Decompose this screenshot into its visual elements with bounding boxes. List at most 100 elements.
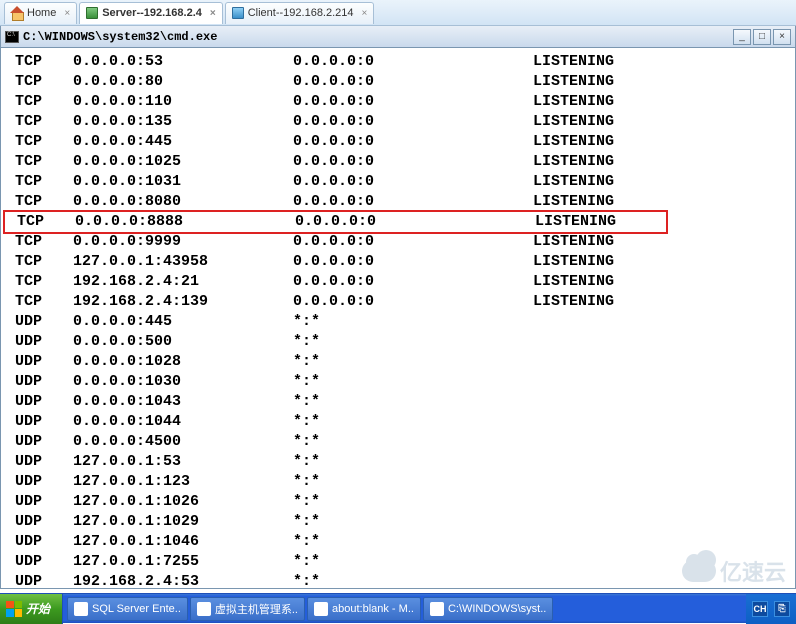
col-state	[533, 332, 793, 352]
cmd-icon	[5, 31, 19, 43]
col-remote: *:*	[293, 432, 533, 452]
close-button[interactable]: ×	[773, 29, 791, 45]
close-icon[interactable]: ×	[210, 8, 216, 19]
task-label: about:blank - M..	[332, 603, 414, 615]
col-state	[533, 372, 793, 392]
tab-client[interactable]: Client--192.168.2.214 ×	[225, 2, 375, 24]
col-state: LISTENING	[533, 132, 793, 152]
netstat-row-highlighted: TCP0.0.0.0:88880.0.0.0:0LISTENING	[3, 210, 668, 234]
col-state: LISTENING	[533, 232, 793, 252]
task-item-cmd[interactable]: C:\WINDOWS\syst..	[423, 597, 553, 621]
netstat-row: TCP192.168.2.4:1390.0.0.0:0LISTENING	[3, 292, 793, 312]
minimize-button[interactable]: _	[733, 29, 751, 45]
col-remote: 0.0.0.0:0	[293, 232, 533, 252]
app-icon	[197, 602, 211, 616]
col-state: LISTENING	[533, 72, 793, 92]
col-proto: TCP	[3, 112, 73, 132]
ime-icon[interactable]: CH	[752, 601, 768, 617]
col-remote: 0.0.0.0:0	[293, 272, 533, 292]
netstat-row: TCP0.0.0.0:530.0.0.0:0LISTENING	[3, 52, 793, 72]
col-state: LISTENING	[533, 52, 793, 72]
netstat-row: TCP192.168.2.4:210.0.0.0:0LISTENING	[3, 272, 793, 292]
col-local: 0.0.0.0:135	[73, 112, 293, 132]
col-remote: 0.0.0.0:0	[293, 172, 533, 192]
netstat-row: UDP0.0.0.0:1030*:*	[3, 372, 793, 392]
window-title: C:\WINDOWS\system32\cmd.exe	[23, 30, 217, 44]
col-proto: TCP	[3, 52, 73, 72]
col-local: 127.0.0.1:53	[73, 452, 293, 472]
col-state	[533, 412, 793, 432]
col-proto: UDP	[3, 332, 73, 352]
col-remote: 0.0.0.0:0	[293, 112, 533, 132]
close-icon[interactable]: ×	[362, 8, 368, 19]
col-proto: UDP	[3, 312, 73, 332]
server-icon	[86, 7, 98, 19]
col-state: LISTENING	[533, 172, 793, 192]
netstat-row: UDP0.0.0.0:1044*:*	[3, 412, 793, 432]
maximize-button[interactable]: □	[753, 29, 771, 45]
col-local: 0.0.0.0:1044	[73, 412, 293, 432]
col-local: 0.0.0.0:8080	[73, 192, 293, 212]
col-state	[533, 512, 793, 532]
netstat-row: UDP0.0.0.0:1028*:*	[3, 352, 793, 372]
col-remote: *:*	[293, 552, 533, 572]
netstat-row: UDP127.0.0.1:123*:*	[3, 472, 793, 492]
col-local: 192.168.2.4:53	[73, 572, 293, 588]
col-local: 0.0.0.0:1025	[73, 152, 293, 172]
col-remote: *:*	[293, 472, 533, 492]
col-remote: 0.0.0.0:0	[293, 72, 533, 92]
netstat-row: UDP192.168.2.4:53*:*	[3, 572, 793, 588]
netstat-row: TCP0.0.0.0:99990.0.0.0:0LISTENING	[3, 232, 793, 252]
tray-icon[interactable]: ⎘	[774, 601, 790, 617]
col-state	[533, 452, 793, 472]
col-local: 127.0.0.1:1029	[73, 512, 293, 532]
window-buttons: _ □ ×	[733, 29, 791, 45]
col-proto: UDP	[3, 392, 73, 412]
col-local: 0.0.0.0:445	[73, 132, 293, 152]
col-state	[533, 432, 793, 452]
netstat-row: UDP127.0.0.1:1026*:*	[3, 492, 793, 512]
col-proto: UDP	[3, 432, 73, 452]
col-proto: TCP	[3, 192, 73, 212]
col-remote: 0.0.0.0:0	[293, 252, 533, 272]
col-local: 0.0.0.0:53	[73, 52, 293, 72]
task-item-ie[interactable]: about:blank - M..	[307, 597, 421, 621]
netstat-row: UDP127.0.0.1:53*:*	[3, 452, 793, 472]
col-remote: 0.0.0.0:0	[293, 192, 533, 212]
col-proto: TCP	[3, 72, 73, 92]
terminal-output[interactable]: TCP0.0.0.0:530.0.0.0:0LISTENINGTCP0.0.0.…	[1, 48, 795, 588]
cmd-window: C:\WINDOWS\system32\cmd.exe _ □ × TCP0.0…	[0, 26, 796, 589]
titlebar[interactable]: C:\WINDOWS\system32\cmd.exe _ □ ×	[1, 26, 795, 48]
tab-server[interactable]: Server--192.168.2.4 ×	[79, 2, 223, 24]
task-item-vhost[interactable]: 虚拟主机管理系..	[190, 597, 305, 621]
windows-logo-icon	[6, 601, 22, 617]
col-proto: TCP	[3, 172, 73, 192]
close-icon[interactable]: ×	[64, 8, 70, 19]
netstat-row: TCP0.0.0.0:800.0.0.0:0LISTENING	[3, 72, 793, 92]
start-button[interactable]: 开始	[0, 594, 63, 624]
col-local: 0.0.0.0:4500	[73, 432, 293, 452]
col-local: 0.0.0.0:1031	[73, 172, 293, 192]
netstat-row: UDP127.0.0.1:1046*:*	[3, 532, 793, 552]
netstat-row: UDP0.0.0.0:1043*:*	[3, 392, 793, 412]
system-tray[interactable]: CH ⎘	[746, 594, 796, 624]
col-remote: *:*	[293, 412, 533, 432]
col-state	[533, 352, 793, 372]
task-label: C:\WINDOWS\syst..	[448, 603, 546, 615]
col-remote: 0.0.0.0:0	[293, 132, 533, 152]
netstat-row: UDP0.0.0.0:4500*:*	[3, 432, 793, 452]
col-proto: TCP	[3, 252, 73, 272]
col-remote: *:*	[293, 352, 533, 372]
task-item-sql[interactable]: SQL Server Ente..	[67, 597, 188, 621]
col-remote: *:*	[293, 392, 533, 412]
col-proto: UDP	[3, 372, 73, 392]
tab-home[interactable]: Home ×	[4, 2, 77, 24]
col-remote: *:*	[293, 372, 533, 392]
col-proto: UDP	[3, 512, 73, 532]
col-local: 192.168.2.4:139	[73, 292, 293, 312]
col-proto: TCP	[3, 272, 73, 292]
col-remote: *:*	[293, 532, 533, 552]
col-local: 127.0.0.1:1026	[73, 492, 293, 512]
col-proto: TCP	[3, 92, 73, 112]
col-state	[533, 552, 793, 572]
